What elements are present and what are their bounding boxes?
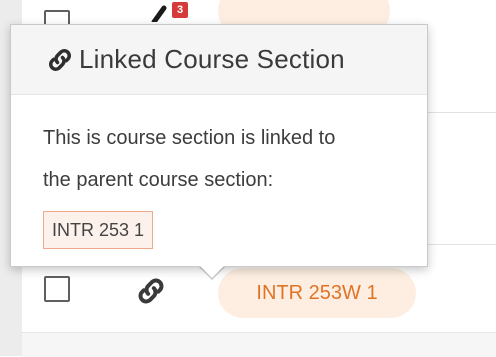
popover-text-line: This is course section is linked to: [43, 127, 336, 149]
bottom-band: [22, 332, 496, 357]
link-icon: [49, 48, 71, 71]
popover-title: Linked Course Section: [79, 44, 345, 74]
linked-count-badge: 3: [172, 2, 188, 18]
popover-header: Linked Course Section: [11, 25, 427, 95]
linked-sections-icon[interactable]: [150, 0, 174, 22]
popover-text-line: the parent course section:: [43, 169, 274, 191]
row-select-checkbox[interactable]: [44, 276, 70, 302]
linked-course-popover: Linked Course Section This is course sec…: [10, 24, 428, 267]
course-section-pill[interactable]: INTR 253W 1: [218, 268, 416, 318]
popover-body: This is course section is linked to the …: [11, 95, 427, 249]
link-icon[interactable]: [134, 274, 168, 308]
popover-arrow-fill: [199, 265, 225, 278]
parent-section-chip[interactable]: INTR 253 1: [43, 211, 154, 249]
